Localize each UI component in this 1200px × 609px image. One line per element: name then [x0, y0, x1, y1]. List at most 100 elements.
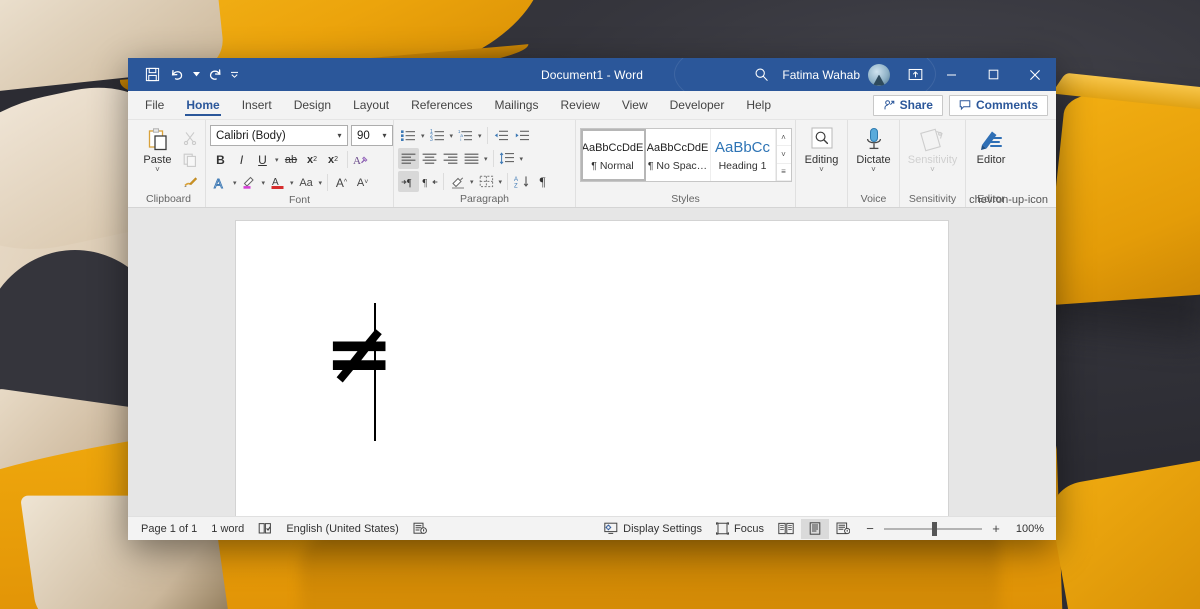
focus-button[interactable]: Focus	[709, 519, 771, 539]
zoom-slider-track[interactable]	[884, 528, 982, 530]
tab-references[interactable]: References	[400, 91, 483, 119]
font-color-button[interactable]: A	[267, 172, 288, 193]
line-spacing-dropdown-caret[interactable]: ▾	[518, 155, 526, 163]
align-right-button[interactable]	[440, 148, 461, 169]
tab-design[interactable]: Design	[283, 91, 342, 119]
zoom-out-button[interactable]: −	[863, 521, 877, 536]
rtl-text-direction-button[interactable]: ¶	[419, 171, 440, 192]
share-button[interactable]: Share	[873, 95, 943, 116]
font-color-dropdown-caret[interactable]: ▾	[288, 179, 296, 187]
clear-formatting-button[interactable]: A	[351, 149, 372, 170]
increase-indent-button[interactable]	[512, 125, 533, 146]
paste-button[interactable]: Paste ˅	[136, 125, 179, 174]
subscript-button[interactable]: x2	[302, 149, 323, 170]
editing-dropdown-caret[interactable]: ˅	[819, 166, 824, 174]
maximize-button[interactable]	[972, 58, 1014, 91]
style-no-spacing[interactable]: AaBbCcDdE ¶ No Spac…	[646, 129, 711, 181]
font-name-input[interactable]: Calibri (Body) ▾	[210, 125, 348, 146]
page-info[interactable]: Page 1 of 1	[134, 519, 204, 539]
text-effects-button[interactable]: A	[210, 172, 231, 193]
numbering-dropdown-caret[interactable]: ▾	[448, 132, 456, 140]
collapse-ribbon-button[interactable]: chevron-up-icon	[965, 194, 1052, 206]
accessibility-checker-icon[interactable]	[406, 519, 434, 539]
bullets-button[interactable]	[398, 125, 419, 146]
tab-review[interactable]: Review	[549, 91, 610, 119]
bold-button[interactable]: B	[210, 149, 231, 170]
format-painter-button[interactable]	[179, 171, 201, 192]
paste-dropdown-caret[interactable]: ˅	[155, 166, 160, 174]
tab-developer[interactable]: Developer	[659, 91, 736, 119]
language-status[interactable]: English (United States)	[279, 519, 406, 539]
justify-button[interactable]	[461, 148, 482, 169]
zoom-level[interactable]: 100%	[1010, 523, 1044, 535]
strikethrough-button[interactable]: ab	[281, 149, 302, 170]
zoom-slider-thumb[interactable]	[932, 522, 937, 536]
dictate-button[interactable]: Dictate ˅	[852, 125, 895, 174]
document-canvas[interactable]: ≠	[128, 208, 1056, 516]
display-settings-button[interactable]: Display Settings	[597, 519, 709, 539]
undo-dropdown-caret[interactable]	[190, 63, 202, 87]
comments-button[interactable]: Comments	[949, 95, 1048, 116]
save-icon[interactable]	[140, 63, 164, 87]
zoom-in-button[interactable]: +	[989, 521, 1003, 536]
sensitivity-dropdown-caret[interactable]: ˅	[930, 166, 935, 174]
editor-button[interactable]: Editor	[970, 125, 1012, 166]
text-effects-dropdown-caret[interactable]: ▾	[231, 179, 239, 187]
highlight-dropdown-caret[interactable]: ▾	[260, 179, 268, 187]
decrease-indent-button[interactable]	[491, 125, 512, 146]
grow-font-button[interactable]: A^	[331, 172, 352, 193]
minimize-button[interactable]	[930, 58, 972, 91]
shrink-font-button[interactable]: A˅	[352, 172, 373, 193]
customize-qat-button[interactable]	[228, 63, 240, 87]
web-layout-button[interactable]	[829, 519, 857, 539]
redo-icon[interactable]	[203, 63, 227, 87]
underline-dropdown-caret[interactable]: ▾	[273, 156, 281, 164]
undo-icon[interactable]	[165, 63, 189, 87]
document-page[interactable]: ≠	[236, 221, 948, 516]
account-name[interactable]: Fatima Wahab	[778, 68, 868, 82]
bullets-dropdown-caret[interactable]: ▾	[419, 132, 427, 140]
tab-insert[interactable]: Insert	[231, 91, 283, 119]
tab-home[interactable]: Home	[175, 91, 230, 119]
avatar[interactable]	[868, 64, 890, 86]
tab-help[interactable]: Help	[735, 91, 782, 119]
style-heading-1[interactable]: AaBbCc Heading 1	[711, 129, 776, 181]
borders-button[interactable]	[476, 171, 497, 192]
shading-button[interactable]	[447, 171, 468, 192]
proofing-errors-icon[interactable]	[251, 519, 279, 539]
shading-dropdown-caret[interactable]: ▾	[468, 178, 476, 186]
font-size-dropdown-caret[interactable]: ▾	[377, 131, 392, 140]
text-highlight-button[interactable]	[239, 172, 260, 193]
style-normal[interactable]: AaBbCcDdE ¶ Normal	[581, 129, 646, 181]
sensitivity-button[interactable]: Sensitivity ˅	[904, 125, 961, 174]
styles-scroll-down-button[interactable]: ˅	[777, 146, 791, 163]
cut-button[interactable]	[179, 127, 201, 148]
change-case-button[interactable]: Aa	[296, 172, 317, 193]
center-button[interactable]	[419, 148, 440, 169]
borders-dropdown-caret[interactable]: ▾	[497, 178, 505, 186]
tab-layout[interactable]: Layout	[342, 91, 400, 119]
tab-file[interactable]: File	[134, 91, 175, 119]
ltr-text-direction-button[interactable]: ¶	[398, 171, 419, 192]
tab-view[interactable]: View	[611, 91, 659, 119]
numbering-button[interactable]: 123	[427, 125, 448, 146]
styles-scroll-up-button[interactable]: ˄	[777, 129, 791, 146]
multilevel-dropdown-caret[interactable]: ▾	[476, 132, 484, 140]
align-left-button[interactable]	[398, 148, 419, 169]
editing-button[interactable]: Editing ˅	[800, 125, 843, 174]
tab-mailings[interactable]: Mailings	[483, 91, 549, 119]
justify-dropdown-caret[interactable]: ▾	[482, 155, 490, 163]
styles-more-button[interactable]: ≡	[777, 164, 791, 181]
read-mode-button[interactable]	[771, 519, 801, 539]
search-icon[interactable]	[744, 58, 778, 91]
font-name-dropdown-caret[interactable]: ▾	[332, 131, 347, 140]
font-size-input[interactable]: 90 ▾	[351, 125, 393, 146]
change-case-dropdown-caret[interactable]: ▾	[317, 179, 325, 187]
superscript-button[interactable]: x2	[323, 149, 344, 170]
line-spacing-button[interactable]	[497, 148, 518, 169]
show-formatting-marks-button[interactable]: ¶	[532, 171, 553, 192]
print-layout-button[interactable]	[801, 519, 829, 539]
italic-button[interactable]: I	[231, 149, 252, 170]
copy-button[interactable]	[179, 149, 201, 170]
close-button[interactable]	[1014, 58, 1056, 91]
